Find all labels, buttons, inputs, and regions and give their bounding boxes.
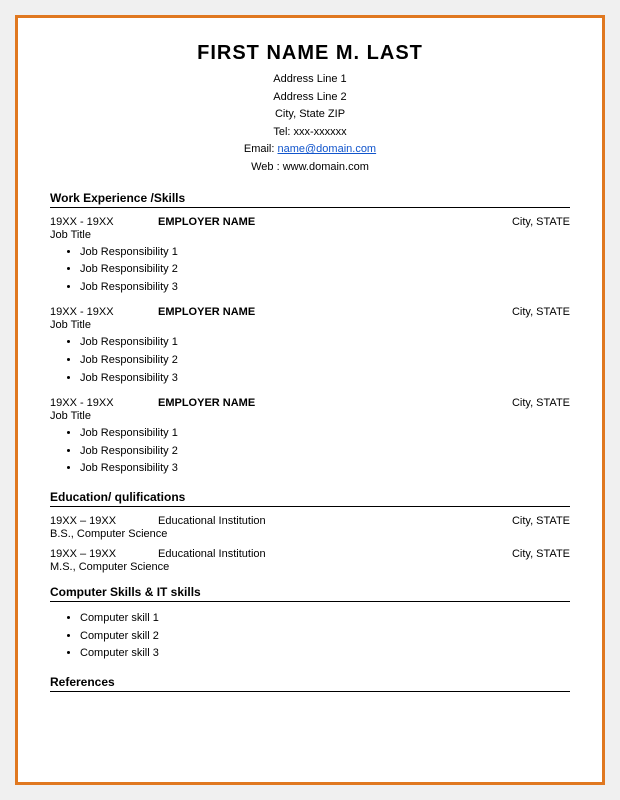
job-employer-3: EMPLOYER NAME xyxy=(158,397,512,409)
edu-city-2: City, STATE xyxy=(512,548,570,560)
email-line: Email: name@domain.com xyxy=(50,141,570,159)
job-block-3: 19XX - 19XX EMPLOYER NAME City, STATE Jo… xyxy=(50,397,570,478)
job-responsibilities-3: Job Responsibility 1 Job Responsibility … xyxy=(80,425,570,478)
edu-dates-1: 19XX – 19XX xyxy=(50,515,140,527)
list-item: Computer skill 2 xyxy=(80,628,570,646)
job-line-1: 19XX - 19XX EMPLOYER NAME City, STATE xyxy=(50,216,570,228)
job-responsibilities-2: Job Responsibility 1 Job Responsibility … xyxy=(80,334,570,387)
web-line: Web : www.domain.com xyxy=(50,159,570,177)
email-link[interactable]: name@domain.com xyxy=(278,143,377,155)
list-item: Job Responsibility 1 xyxy=(80,244,570,262)
references-header: References xyxy=(50,675,570,692)
list-item: Job Responsibility 1 xyxy=(80,334,570,352)
address-line1: Address Line 1 xyxy=(50,71,570,89)
edu-institution-1: Educational Institution xyxy=(158,515,512,527)
edu-block-2: 19XX – 19XX Educational Institution City… xyxy=(50,548,570,573)
edu-degree-2: M.S., Computer Science xyxy=(50,561,570,573)
job-title-1: Job Title xyxy=(50,229,570,241)
list-item: Job Responsibility 3 xyxy=(80,460,570,478)
job-line-2: 19XX - 19XX EMPLOYER NAME City, STATE xyxy=(50,306,570,318)
city-state-zip: City, State ZIP xyxy=(50,106,570,124)
resume-outer-border: FIRST NAME M. LAST Address Line 1 Addres… xyxy=(15,15,605,785)
list-item: Job Responsibility 3 xyxy=(80,370,570,388)
job-line-3: 19XX - 19XX EMPLOYER NAME City, STATE xyxy=(50,397,570,409)
job-dates-1: 19XX - 19XX xyxy=(50,216,140,228)
edu-block-1: 19XX – 19XX Educational Institution City… xyxy=(50,515,570,540)
tel: Tel: xxx-xxxxxx xyxy=(50,124,570,142)
job-city-3: City, STATE xyxy=(512,397,570,409)
references-section: References xyxy=(50,675,570,692)
job-employer-2: EMPLOYER NAME xyxy=(158,306,512,318)
list-item: Computer skill 1 xyxy=(80,610,570,628)
resume-contact: Address Line 1 Address Line 2 City, Stat… xyxy=(50,71,570,177)
job-dates-2: 19XX - 19XX xyxy=(50,306,140,318)
education-header: Education/ qulifications xyxy=(50,490,570,507)
list-item: Job Responsibility 3 xyxy=(80,279,570,297)
job-block-2: 19XX - 19XX EMPLOYER NAME City, STATE Jo… xyxy=(50,306,570,387)
list-item: Job Responsibility 2 xyxy=(80,261,570,279)
list-item: Job Responsibility 1 xyxy=(80,425,570,443)
work-experience-header: Work Experience /Skills xyxy=(50,191,570,208)
skills-list: Computer skill 1 Computer skill 2 Comput… xyxy=(80,610,570,663)
edu-dates-2: 19XX – 19XX xyxy=(50,548,140,560)
list-item: Job Responsibility 2 xyxy=(80,352,570,370)
job-title-2: Job Title xyxy=(50,319,570,331)
email-label: Email: xyxy=(244,143,275,155)
job-block-1: 19XX - 19XX EMPLOYER NAME City, STATE Jo… xyxy=(50,216,570,297)
list-item: Computer skill 3 xyxy=(80,645,570,663)
edu-city-1: City, STATE xyxy=(512,515,570,527)
job-employer-1: EMPLOYER NAME xyxy=(158,216,512,228)
edu-line-1: 19XX – 19XX Educational Institution City… xyxy=(50,515,570,527)
job-title-3: Job Title xyxy=(50,410,570,422)
job-dates-3: 19XX - 19XX xyxy=(50,397,140,409)
address-line2: Address Line 2 xyxy=(50,89,570,107)
resume-document: FIRST NAME M. LAST Address Line 1 Addres… xyxy=(18,18,602,782)
list-item: Job Responsibility 2 xyxy=(80,443,570,461)
resume-name: FIRST NAME M. LAST xyxy=(50,42,570,65)
edu-institution-2: Educational Institution xyxy=(158,548,512,560)
edu-line-2: 19XX – 19XX Educational Institution City… xyxy=(50,548,570,560)
job-responsibilities-1: Job Responsibility 1 Job Responsibility … xyxy=(80,244,570,297)
edu-degree-1: B.S., Computer Science xyxy=(50,528,570,540)
web-label: Web : xyxy=(251,161,280,173)
job-city-2: City, STATE xyxy=(512,306,570,318)
web-value: www.domain.com xyxy=(283,161,369,173)
computer-skills-header: Computer Skills & IT skills xyxy=(50,585,570,602)
job-city-1: City, STATE xyxy=(512,216,570,228)
